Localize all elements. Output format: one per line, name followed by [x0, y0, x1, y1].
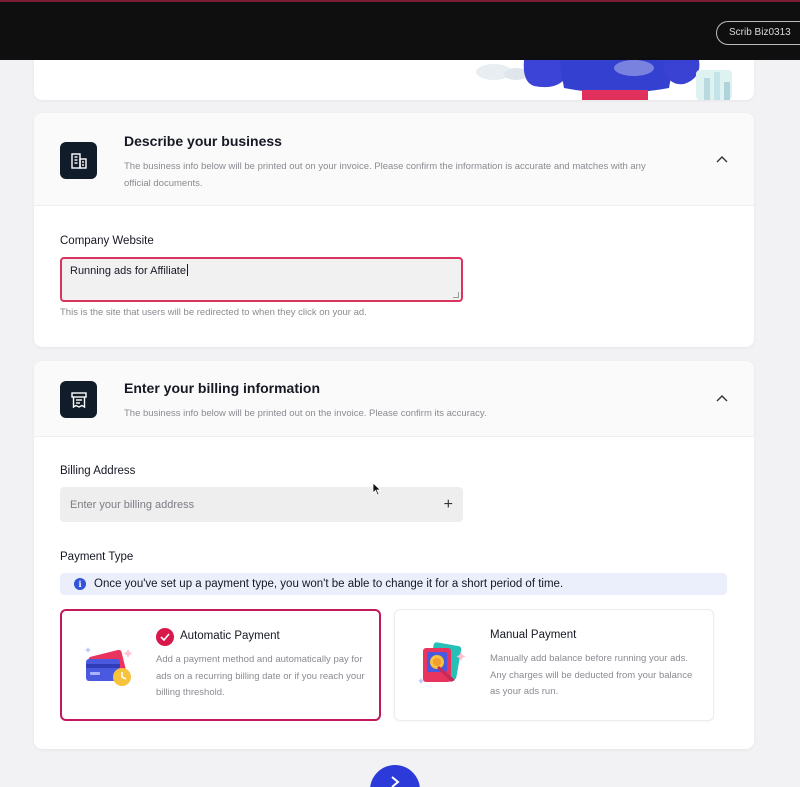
company-website-helper: This is the site that users will be redi… — [60, 307, 367, 318]
info-icon: i — [74, 578, 86, 590]
company-website-value: Running ads for Affiliate — [70, 265, 186, 277]
business-section-header[interactable]: Describe your business The business info… — [34, 113, 754, 206]
credit-card-clock-icon — [85, 647, 133, 686]
chevron-up-icon[interactable] — [714, 390, 730, 406]
manual-payment-option[interactable]: Manual Payment Manually add balance befo… — [394, 609, 714, 721]
business-section-title: Describe your business — [124, 133, 282, 149]
manual-payment-title: Manual Payment — [490, 629, 577, 641]
payment-type-notice-text: Once you've set up a payment type, you w… — [94, 578, 564, 590]
billing-section-title: Enter your billing information — [124, 380, 320, 396]
business-section-description: The business info below will be printed … — [124, 161, 646, 189]
check-circle-icon — [156, 628, 174, 646]
billing-address-input[interactable]: Enter your billing address + — [60, 487, 463, 522]
chevron-right-icon — [391, 776, 400, 787]
billing-section-description: The business info below will be printed … — [124, 408, 487, 419]
payment-type-label: Payment Type — [60, 551, 134, 563]
hero-illustration — [476, 60, 732, 100]
business-section: Describe your business The business info… — [34, 113, 754, 347]
plus-icon[interactable]: + — [444, 496, 453, 513]
payment-type-notice: i Once you've set up a payment type, you… — [60, 573, 727, 595]
billing-section-header[interactable]: Enter your billing information The busin… — [34, 361, 754, 437]
automatic-payment-title: Automatic Payment — [180, 630, 280, 642]
chevron-up-icon[interactable] — [714, 151, 730, 167]
resize-handle-icon[interactable] — [453, 292, 459, 298]
invoice-icon — [60, 381, 97, 418]
automatic-payment-option[interactable]: Automatic Payment Add a payment method a… — [60, 609, 381, 721]
billing-address-placeholder: Enter your billing address — [70, 498, 195, 511]
text-cursor — [186, 264, 188, 276]
company-website-label: Company Website — [60, 235, 154, 247]
billing-section: Enter your billing information The busin… — [34, 361, 754, 749]
manual-payment-description: Manually add balance before running your… — [490, 653, 693, 697]
manual-balance-icon — [418, 642, 466, 684]
billing-address-label: Billing Address — [60, 465, 136, 477]
building-icon — [60, 142, 97, 179]
account-switcher[interactable]: Scrib Biz0313 — [716, 21, 800, 45]
top-bar: Scrib Biz0313 — [0, 0, 800, 60]
mouse-cursor-icon — [372, 482, 382, 496]
company-website-input[interactable]: Running ads for Affiliate — [60, 257, 463, 302]
intro-card — [34, 60, 754, 100]
automatic-payment-description: Add a payment method and automatically p… — [156, 654, 365, 698]
next-button[interactable] — [370, 765, 420, 787]
